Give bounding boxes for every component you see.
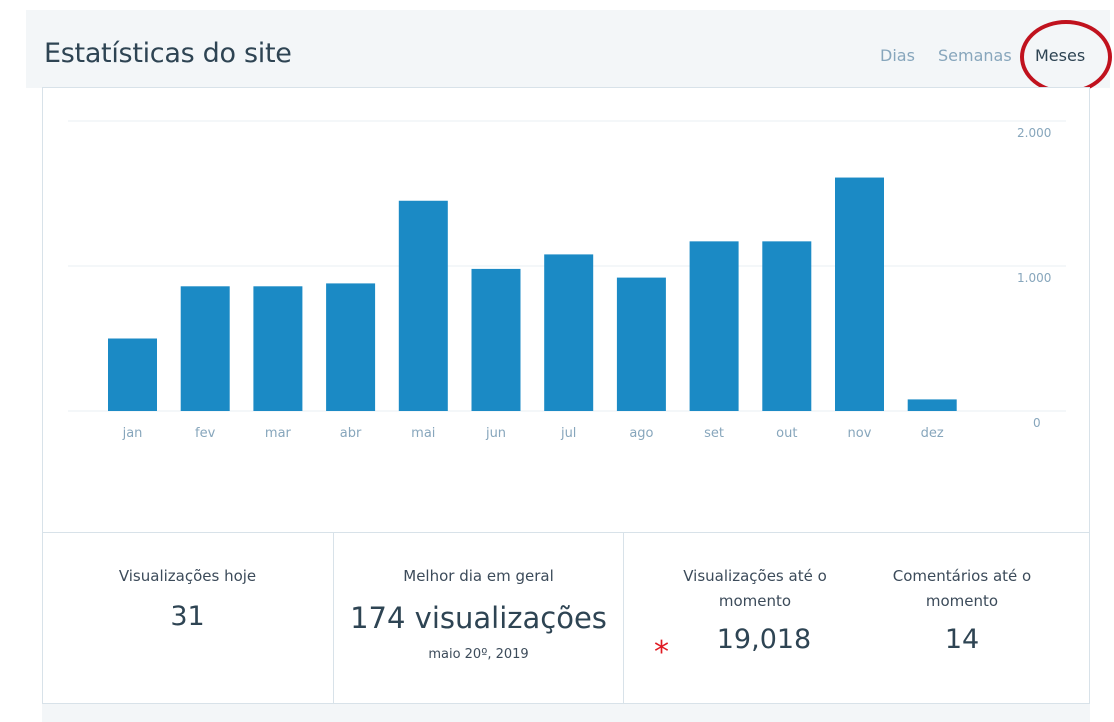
x-tick-label: abr — [340, 426, 362, 441]
stat-label-line1: Visualizações até o — [683, 567, 827, 585]
x-tick-label: mar — [265, 426, 292, 441]
bar-ago[interactable] — [616, 277, 666, 411]
x-tick-label: fev — [195, 426, 216, 441]
stat-value: 31 — [170, 601, 205, 632]
stat-label-line1: Comentários até o — [892, 567, 1032, 585]
x-tick-label: nov — [848, 426, 872, 441]
y-tick-label: 2.000 — [1017, 126, 1051, 140]
x-tick-label: jan — [122, 426, 143, 441]
stat-label: Visualizações hoje — [118, 567, 257, 585]
bar-fev[interactable] — [180, 286, 230, 411]
stat-value: 174 visualizações — [350, 601, 607, 635]
stat-label-line2: momento — [925, 592, 999, 610]
annotation-asterisk: * — [654, 635, 669, 670]
bar-jun[interactable] — [471, 268, 521, 411]
stat-label-line2: momento — [718, 592, 792, 610]
x-tick-label: dez — [921, 426, 944, 441]
stat-views-today: Visualizações hoje 31 — [42, 533, 334, 703]
bar-set[interactable] — [689, 241, 739, 411]
bar-out[interactable] — [762, 241, 812, 411]
bar-mar[interactable] — [253, 286, 303, 411]
bar-jul[interactable] — [544, 254, 594, 411]
stat-total-views: Visualizações até o momento 19,018 — [624, 533, 886, 703]
x-tick-label: out — [776, 426, 797, 441]
stat-date: maio 20º, 2019 — [428, 647, 529, 662]
bar-mai[interactable] — [398, 200, 448, 411]
x-tick-label: ago — [629, 426, 653, 441]
stats-summary: Visualizações hoje 31 Melhor dia em gera… — [42, 532, 1090, 704]
y-tick-label: 1.000 — [1017, 271, 1051, 285]
stat-best-day: Melhor dia em geral 174 visualizações ma… — [334, 533, 624, 703]
x-tick-label: jul — [560, 426, 576, 441]
y-tick-label: 0 — [1033, 416, 1041, 430]
bar-chart: 0 1.000 2.000 jan fev mar abr mai jun jul ago set ou… — [68, 120, 1066, 441]
stat-total-comments: Comentários até o momento 14 — [862, 533, 1062, 703]
stat-value: 14 — [944, 624, 980, 655]
stat-label: Melhor dia em geral — [403, 567, 554, 585]
bar-dez[interactable] — [907, 399, 957, 411]
bar-abr[interactable] — [326, 283, 376, 411]
x-tick-label: jun — [485, 426, 506, 441]
bar-nov[interactable] — [835, 177, 884, 411]
bar-jan[interactable] — [108, 338, 157, 412]
bottom-strip — [42, 704, 1090, 722]
x-tick-label: mai — [411, 426, 435, 441]
x-tick-label: set — [704, 426, 724, 441]
